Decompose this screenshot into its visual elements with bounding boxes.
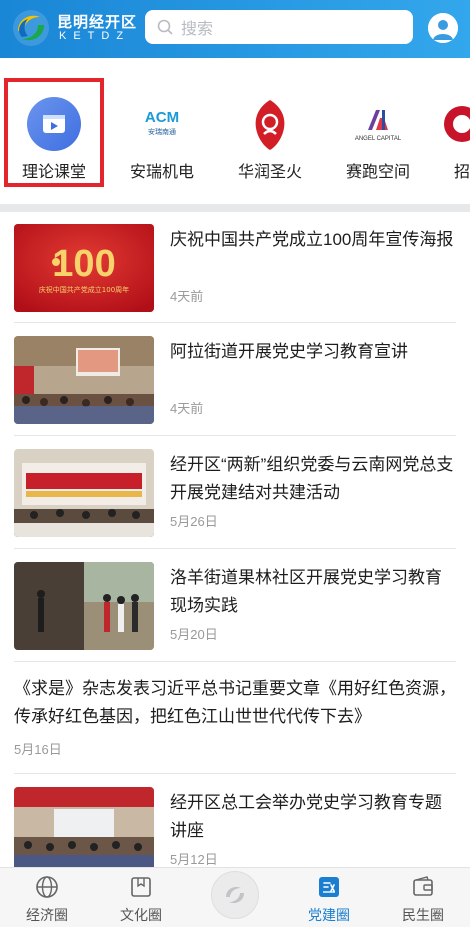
- seminar-photo-thumbnail: [14, 787, 154, 867]
- nav-wenhua[interactable]: 文化圈: [94, 868, 188, 927]
- book-icon: [131, 877, 151, 897]
- ketdz-logo-icon: [13, 10, 49, 46]
- news-item[interactable]: 经开区总工会举办党史学习教育专题讲座 5月12日: [14, 775, 456, 867]
- news-date: 5月20日: [170, 627, 218, 642]
- news-title: 洛羊街道果林社区开展党史学习教育现场实践: [170, 568, 442, 615]
- meeting-photo-thumbnail: [14, 449, 154, 537]
- nav-label: 民生圈: [402, 907, 444, 923]
- nav-label: 文化圈: [120, 907, 162, 923]
- nav-minsheng[interactable]: 民生圈: [376, 868, 470, 927]
- news-date: 4天前: [170, 401, 204, 416]
- nav-label: 经济圈: [26, 907, 68, 923]
- news-item[interactable]: 洛羊街道果林社区开展党史学习教育现场实践 5月20日: [14, 550, 456, 662]
- channel-label: 安瑞机电: [129, 164, 194, 181]
- huarun-logo-icon: [255, 100, 285, 150]
- app-title: 昆明经开区: [57, 14, 138, 31]
- svg-text:100: 100: [52, 243, 115, 285]
- news-item[interactable]: 《求是》杂志发表习近平总书记重要文章《用好红色资源，传承好红色基因，把红色江山世…: [14, 663, 456, 774]
- channel-label: 赛跑空间: [345, 164, 410, 181]
- nav-dangjian[interactable]: 党建圈: [282, 868, 376, 927]
- news-date: 5月16日: [14, 742, 62, 757]
- channel-label: 招: [454, 164, 470, 181]
- search-icon: [157, 19, 173, 35]
- news-date: 5月26日: [170, 514, 218, 529]
- app-subtitle: KETDZ: [59, 30, 131, 42]
- channel-label: 理论课堂: [21, 164, 86, 181]
- news-title: 阿拉街道开展党史学习教育宣讲: [170, 342, 408, 361]
- search-bar[interactable]: 搜索: [145, 10, 413, 44]
- video-play-icon: [27, 97, 81, 151]
- partial-logo-icon: [444, 106, 470, 142]
- channel-item-anrui[interactable]: ACM 安瑞南通 安瑞机电: [108, 76, 216, 206]
- acm-logo-icon: ACM 安瑞南通: [134, 96, 190, 152]
- news-feed: 100 庆祝中国共产党成立100周年 庆祝中国共产党成立100周年宣传海报 4天…: [0, 212, 470, 867]
- channel-item-saipao[interactable]: ANGEL CAPITAL 赛跑空间: [324, 76, 432, 206]
- section-divider: [0, 204, 470, 212]
- party-poster-thumbnail: 100 庆祝中国共产党成立100周年: [14, 224, 154, 312]
- nav-label: 党建圈: [308, 907, 350, 923]
- svg-text:安瑞南通: 安瑞南通: [148, 127, 176, 136]
- party-icon: [319, 877, 339, 897]
- lecture-photo-thumbnail: [14, 336, 154, 424]
- field-trip-photo-thumbnail: [14, 562, 154, 650]
- news-item[interactable]: 经开区“两新”组织党委与云南网党总支开展党建结对共建活动 5月26日: [14, 437, 456, 549]
- app-logo-center-icon: [226, 887, 244, 903]
- channel-label: 华润圣火: [237, 164, 302, 181]
- nav-jingji[interactable]: 经济圈: [0, 868, 94, 927]
- svg-text:ANGEL CAPITAL: ANGEL CAPITAL: [355, 136, 402, 142]
- channel-row: 理论课堂 ACM 安瑞南通 安瑞机电 华润圣火 ANGEL CAPITAL 赛跑…: [0, 58, 470, 204]
- news-title: 《求是》杂志发表习近平总书记重要文章《用好红色资源，传承好红色基因，把红色江山世…: [14, 679, 456, 726]
- news-title: 庆祝中国共产党成立100周年宣传海报: [170, 230, 454, 249]
- channel-item-partial[interactable]: 招: [432, 76, 470, 206]
- channel-item-huarun[interactable]: 华润圣火: [216, 76, 324, 206]
- angel-capital-logo-icon: ANGEL CAPITAL: [355, 110, 402, 142]
- wallet-icon: [413, 876, 433, 896]
- bottom-navigation: 经济圈 文化圈 党建圈 民生圈: [0, 867, 470, 927]
- news-title: 经开区“两新”组织党委与云南网党总支开展党建结对共建活动: [170, 455, 454, 502]
- news-date: 4天前: [170, 289, 204, 304]
- news-item[interactable]: 100 庆祝中国共产党成立100周年 庆祝中国共产党成立100周年宣传海报 4天…: [14, 212, 456, 323]
- user-icon: [428, 13, 458, 43]
- svg-text:庆祝中国共产党成立100周年: 庆祝中国共产党成立100周年: [39, 285, 129, 294]
- nav-home-center[interactable]: [211, 871, 259, 919]
- news-item[interactable]: 阿拉街道开展党史学习教育宣讲 4天前: [14, 324, 456, 436]
- svg-text:ACM: ACM: [145, 109, 179, 126]
- globe-icon: [36, 876, 58, 898]
- top-header: 昆明经开区 KETDZ 搜索: [0, 0, 470, 58]
- channel-item-lilun[interactable]: 理论课堂: [0, 76, 108, 206]
- search-placeholder: 搜索: [181, 21, 214, 38]
- news-date: 5月12日: [170, 852, 218, 867]
- user-avatar[interactable]: [428, 13, 458, 43]
- news-title: 经开区总工会举办党史学习教育专题讲座: [170, 793, 442, 840]
